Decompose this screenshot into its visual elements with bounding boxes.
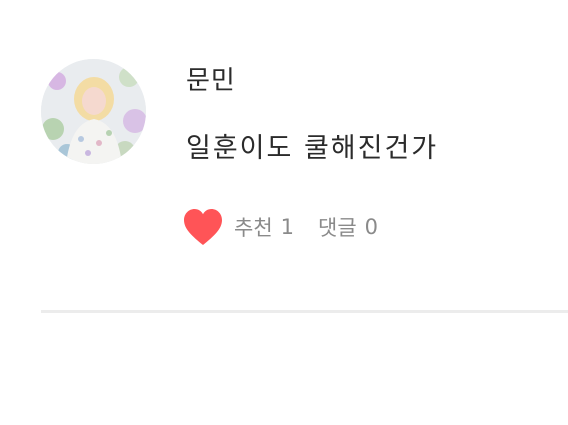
heart-icon (184, 209, 222, 245)
recommend-label: 추천 (234, 216, 273, 240)
avatar-photo-icon (41, 59, 146, 164)
avatar[interactable] (41, 59, 146, 164)
author-name[interactable]: 문민 (186, 68, 236, 94)
post-message: 일훈이도 쿨해진건가 (186, 133, 439, 164)
like-button[interactable] (182, 207, 224, 247)
comment-count: 0 (364, 215, 379, 239)
recommend-count-group[interactable]: 추천 1 (234, 212, 294, 242)
recommend-count: 1 (280, 215, 295, 239)
post-meta: 추천 1 댓글 0 (182, 206, 378, 248)
comment-count-group[interactable]: 댓글 0 (318, 212, 378, 242)
post-card: 문민 일훈이도 쿨해진건가 추천 1 댓글 0 (0, 0, 568, 425)
comment-label: 댓글 (318, 216, 357, 240)
divider (41, 310, 568, 313)
